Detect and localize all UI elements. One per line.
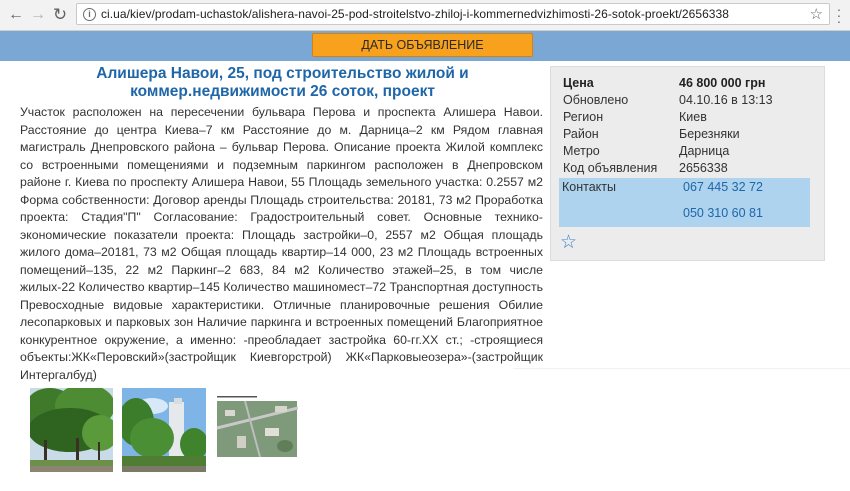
url-text[interactable]: ci.ua/kiev/prodam-uchastok/alishera-navo… [101, 7, 729, 21]
price-label: Цена [563, 76, 594, 90]
contacts-label: Контакты [562, 180, 616, 194]
site-plan-graphic [215, 388, 298, 472]
forward-arrow-icon[interactable]: → [29, 6, 47, 24]
bookmark-star-icon[interactable]: ☆ [810, 5, 823, 23]
post-ad-button[interactable]: ДАТЬ ОБЪЯВЛЕНИЕ [312, 33, 533, 57]
building-photo-graphic [122, 388, 206, 472]
browser-toolbar: ← → ↻ i ci.ua/kiev/prodam-uchastok/alish… [0, 0, 850, 31]
phone-link-2[interactable]: 050 310 60 81 [683, 206, 763, 220]
district-value: Березняки [679, 127, 740, 141]
metro-label: Метро [563, 144, 600, 158]
trees-photo-graphic [30, 388, 113, 472]
contacts-block: Контакты 067 445 32 72 050 310 60 81 [559, 178, 810, 227]
ad-code-value: 2656338 [679, 161, 728, 175]
listing-title-line-2: коммер.недвижимости 26 соток, проект [130, 83, 435, 100]
phone-link-1[interactable]: 067 445 32 72 [683, 180, 763, 194]
listing-info-panel: Цена 46 800 000 грн Обновлено 04.10.16 в… [550, 66, 825, 261]
updated-label: Обновлено [563, 93, 629, 107]
site-plan-thumbnail[interactable] [215, 388, 298, 472]
listing-title-line-1: Алишера Навои, 25, под строительство жил… [96, 65, 469, 82]
favorite-star-icon[interactable]: ☆ [560, 233, 577, 253]
site-info-icon[interactable]: i [83, 8, 96, 21]
ad-code-label: Код объявления [563, 161, 658, 175]
address-bar[interactable]: i ci.ua/kiev/prodam-uchastok/alishera-na… [76, 3, 830, 25]
reload-icon[interactable]: ↻ [51, 6, 69, 24]
listing-description: Участок расположен на пересечении бульва… [20, 105, 543, 382]
photo-thumbnail-1[interactable] [30, 388, 113, 472]
back-arrow-icon[interactable]: ← [7, 6, 25, 24]
price-value: 46 800 000 грн [679, 76, 766, 90]
updated-value: 04.10.16 в 13:13 [679, 93, 773, 107]
metro-value: Дарница [679, 144, 730, 158]
content-divider [513, 368, 850, 369]
region-label: Регион [563, 110, 604, 124]
district-label: Район [563, 127, 599, 141]
photo-thumbnail-2[interactable] [122, 388, 206, 472]
listing-title: Алишера Навои, 25, под строительство жил… [60, 65, 505, 101]
region-value: Киев [679, 110, 707, 124]
browser-menu-icon[interactable]: · · · [836, 2, 842, 28]
